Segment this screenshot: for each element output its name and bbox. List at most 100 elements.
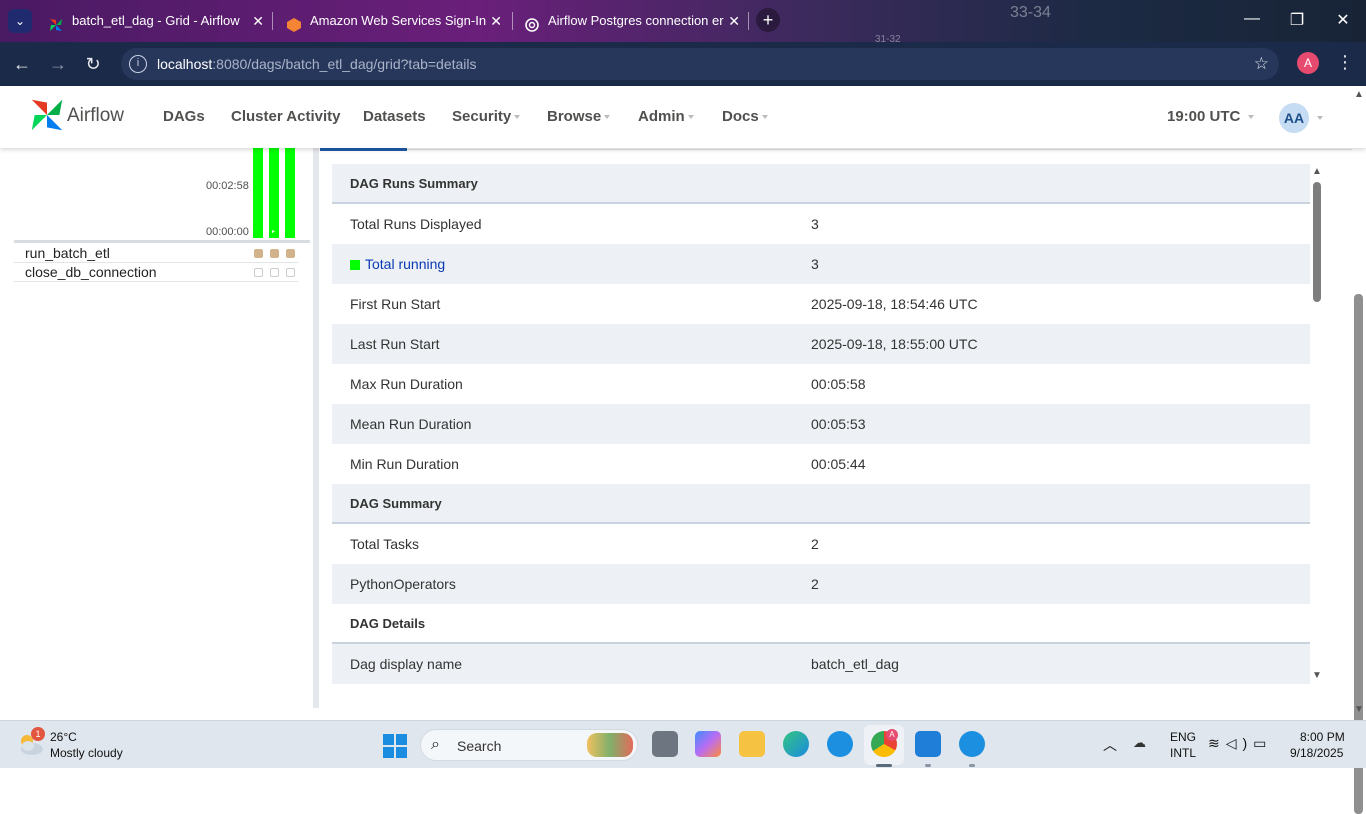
windows-start-icon[interactable]: [383, 734, 407, 758]
airflow-logo-icon[interactable]: [28, 96, 66, 134]
edge-browser-icon[interactable]: [783, 731, 809, 757]
airflow-brand[interactable]: Airflow: [67, 105, 124, 127]
search-icon: ⌕: [431, 736, 440, 753]
task-instance-square[interactable]: [270, 268, 279, 277]
user-avatar[interactable]: AA: [1279, 103, 1309, 133]
airflow-navbar: Airflow DAGs Cluster Activity Datasets S…: [0, 86, 1366, 148]
tab-close-icon[interactable]: ✕: [252, 6, 264, 36]
reload-icon[interactable]: ↻: [82, 53, 104, 75]
details-row: PythonOperators 2: [332, 564, 1310, 604]
timezone-clock[interactable]: 19:00 UTC: [1167, 108, 1255, 125]
chevron-down-icon: [604, 115, 611, 120]
task-instance-square[interactable]: [254, 249, 263, 258]
section-header: DAG Details: [332, 604, 1310, 644]
task-instance-square[interactable]: [270, 249, 279, 258]
section-header: DAG Runs Summary: [332, 164, 1310, 204]
onedrive-icon[interactable]: ☁: [1133, 735, 1146, 751]
window-maximize-button[interactable]: ❐: [1282, 10, 1312, 30]
details-row: Min Run Duration 00:05:44: [350, 456, 866, 472]
task-instance-square[interactable]: [286, 249, 295, 258]
openai-favicon: [524, 14, 540, 32]
task-view-icon[interactable]: [652, 731, 678, 757]
nav-admin[interactable]: Admin: [638, 108, 694, 125]
scroll-down-arrow-icon[interactable]: ▼: [1312, 670, 1322, 681]
chevron-down-icon: [761, 115, 768, 120]
nav-datasets[interactable]: Datasets: [363, 108, 426, 125]
details-row: Mean Run Duration 00:05:53: [332, 404, 1310, 444]
details-row: Total Tasks 2: [350, 536, 819, 552]
search-highlight-icon: [587, 733, 633, 757]
chevron-down-icon: [687, 115, 694, 120]
taskbar-search[interactable]: ⌕ Search: [420, 729, 638, 761]
tray-status-icons[interactable]: ≋◁)▭: [1208, 735, 1272, 752]
grid-divider: [14, 240, 310, 243]
clock-date[interactable]: 9/18/2025: [1290, 746, 1343, 760]
file-explorer-icon[interactable]: [739, 731, 765, 757]
task-instance-square[interactable]: [254, 268, 263, 277]
nav-cluster-activity[interactable]: Cluster Activity: [231, 108, 340, 125]
details-row: First Run Start 2025-09-18, 18:54:46 UTC: [350, 296, 978, 312]
wallpaper-text: 33-34: [1010, 4, 1051, 21]
nav-security[interactable]: Security: [452, 108, 521, 125]
weather-description[interactable]: Mostly cloudy: [50, 746, 123, 760]
new-tab-button[interactable]: +: [756, 8, 780, 32]
nav-browse[interactable]: Browse: [547, 108, 611, 125]
browser-menu-icon[interactable]: ⋮: [1336, 52, 1354, 73]
copilot-icon[interactable]: [695, 731, 721, 757]
dag-run-bar[interactable]: [285, 148, 295, 238]
browser-profile-avatar[interactable]: A: [1297, 52, 1319, 74]
clock-time[interactable]: 8:00 PM: [1300, 730, 1345, 744]
nav-dags[interactable]: DAGs: [163, 108, 205, 125]
address-bar[interactable]: i localhost:8080/dags/batch_etl_dag/grid…: [121, 48, 1279, 80]
task-row[interactable]: run_batch_etl: [14, 244, 298, 263]
docker-desktop-icon[interactable]: [959, 731, 985, 757]
site-info-icon[interactable]: i: [129, 55, 147, 73]
tab-details-active-indicator: [320, 148, 407, 151]
tab-divider: [512, 12, 513, 30]
details-row: Total Runs Displayed 3: [350, 216, 819, 232]
tab-aws-signin[interactable]: Amazon Web Services Sign-In ✕: [286, 6, 502, 36]
dag-run-bar[interactable]: ▸: [269, 148, 279, 238]
details-row: Last Run Start 2025-09-18, 18:55:00 UTC: [332, 324, 1310, 364]
window-close-button[interactable]: ✕: [1328, 10, 1358, 30]
weather-temperature[interactable]: 26°C: [50, 730, 77, 744]
details-row: Total running 3: [332, 244, 1310, 284]
chrome-profile-badge: A: [886, 729, 898, 741]
task-instance-square[interactable]: [286, 268, 295, 277]
page-scroll-down-icon[interactable]: ▼: [1354, 704, 1364, 715]
task-row[interactable]: close_db_connection: [14, 263, 298, 282]
panel-resize-handle[interactable]: [313, 148, 319, 708]
details-scrollbar[interactable]: [1313, 182, 1321, 302]
page-scroll-up-icon[interactable]: ▲: [1354, 89, 1364, 100]
tab-search-button[interactable]: ⌄: [8, 9, 32, 33]
aws-favicon: [286, 14, 302, 32]
tab-divider: [272, 12, 273, 30]
back-arrow-icon[interactable]: ←: [11, 53, 33, 75]
tab-airflow-grid[interactable]: batch_etl_dag - Grid - Airflow ✕: [48, 6, 264, 36]
scroll-up-arrow-icon[interactable]: ▲: [1312, 166, 1322, 177]
page-content: ▸ 00:02:58 00:00:00 run_batch_etl close_…: [0, 148, 1366, 814]
section-header: DAG Summary: [332, 484, 1310, 524]
duration-tick-label: 00:00:00: [206, 226, 249, 238]
battery-icon: ▭: [1253, 735, 1273, 751]
docker-icon[interactable]: [827, 731, 853, 757]
task-name[interactable]: run_batch_etl: [25, 245, 110, 261]
language-indicator[interactable]: ENG: [1170, 730, 1196, 744]
vscode-icon[interactable]: [915, 731, 941, 757]
dag-run-bar[interactable]: [253, 148, 263, 238]
tab-close-icon[interactable]: ✕: [490, 6, 502, 36]
nav-docs[interactable]: Docs: [722, 108, 768, 125]
task-name[interactable]: close_db_connection: [25, 264, 157, 280]
browser-toolbar: ← → ↻ i localhost:8080/dags/batch_etl_da…: [0, 42, 1366, 86]
keyboard-layout-indicator[interactable]: INTL: [1170, 746, 1196, 760]
chevron-down-icon[interactable]: [1317, 116, 1323, 120]
total-running-link[interactable]: Total running: [350, 256, 445, 272]
bookmark-star-icon[interactable]: ☆: [1254, 54, 1269, 74]
tab-close-icon[interactable]: ✕: [728, 6, 740, 36]
url-text[interactable]: localhost:8080/dags/batch_etl_dag/grid?t…: [157, 56, 477, 72]
window-minimize-button[interactable]: —: [1237, 10, 1267, 28]
tray-overflow-chevron-icon[interactable]: ︿: [1103, 735, 1117, 755]
tab-title: batch_etl_dag - Grid - Airflow: [72, 13, 240, 28]
tab-postgres-connection[interactable]: Airflow Postgres connection er ✕: [524, 6, 740, 36]
forward-arrow-icon[interactable]: →: [47, 53, 69, 75]
